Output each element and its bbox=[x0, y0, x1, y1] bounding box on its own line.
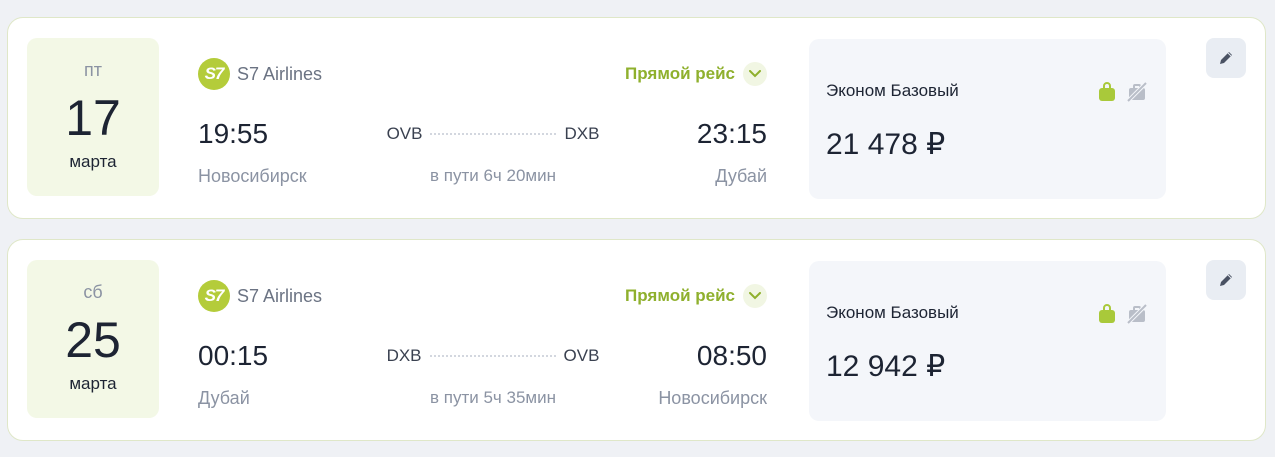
route-line bbox=[429, 355, 556, 357]
direct-flight-toggle[interactable]: Прямой рейс bbox=[625, 284, 767, 308]
fare-price: 12 942 ₽ bbox=[826, 350, 946, 383]
fare-price: 21 478 ₽ bbox=[826, 128, 946, 161]
hand-luggage-icon bbox=[1099, 304, 1115, 323]
destination-iata: DXB bbox=[564, 124, 600, 143]
airline-name: S7 Airlines bbox=[237, 63, 323, 84]
airline-name: S7 Airlines bbox=[237, 285, 323, 306]
arrival-city: Новосибирск bbox=[658, 388, 767, 408]
no-baggage-icon bbox=[1126, 304, 1148, 324]
departure-city: Дубай bbox=[198, 388, 250, 408]
date-box: пт 17 марта bbox=[27, 38, 159, 196]
route-line bbox=[430, 133, 557, 135]
date-box: сб 25 марта bbox=[27, 260, 159, 418]
route: OVB DXB bbox=[368, 124, 618, 144]
fare-name: Эконом Базовый bbox=[826, 81, 959, 100]
departure-time: 19:55 bbox=[198, 118, 269, 149]
edit-button[interactable] bbox=[1206, 260, 1246, 300]
s7-logo-icon: S7 bbox=[198, 280, 230, 312]
airline: S7 S7 Airlines bbox=[198, 280, 322, 312]
flight-card[interactable]: пт 17 марта S7 S7 Airlines Прямой рейс 1… bbox=[7, 17, 1266, 219]
hand-luggage-icon bbox=[1099, 82, 1115, 101]
departure-time: 00:15 bbox=[198, 340, 269, 371]
fare-box[interactable]: Эконом Базовый 12 942 ₽ bbox=[809, 261, 1166, 421]
no-baggage-icon bbox=[1126, 82, 1148, 102]
direct-flight-label: Прямой рейс bbox=[625, 64, 735, 83]
day-number: 17 bbox=[65, 90, 121, 146]
direct-flight-toggle[interactable]: Прямой рейс bbox=[625, 62, 767, 86]
fare-box[interactable]: Эконом Базовый 21 478 ₽ bbox=[809, 39, 1166, 199]
pencil-icon bbox=[1220, 52, 1232, 64]
arrival-time: 08:50 bbox=[696, 340, 767, 371]
origin-iata: OVB bbox=[386, 124, 423, 143]
arrival-city: Дубай bbox=[715, 166, 767, 186]
chevron-down-icon[interactable] bbox=[743, 62, 767, 86]
month: марта bbox=[69, 374, 117, 393]
destination-iata: OVB bbox=[563, 346, 600, 365]
edit-button[interactable] bbox=[1206, 38, 1246, 78]
chevron-down-icon[interactable] bbox=[743, 284, 767, 308]
fare-name: Эконом Базовый bbox=[826, 303, 959, 322]
route: DXB OVB bbox=[368, 346, 618, 366]
day-of-week: сб bbox=[83, 282, 103, 302]
s7-logo-icon: S7 bbox=[198, 58, 230, 90]
departure-city: Новосибирск bbox=[198, 166, 307, 186]
pencil-icon bbox=[1220, 274, 1232, 286]
day-of-week: пт bbox=[84, 60, 102, 80]
airline: S7 S7 Airlines bbox=[198, 58, 322, 90]
flight-duration: в пути 5ч 35мин bbox=[430, 388, 556, 407]
arrival-time: 23:15 bbox=[696, 118, 767, 149]
day-number: 25 bbox=[65, 312, 121, 368]
flight-card[interactable]: сб 25 марта S7 S7 Airlines Прямой рейс 0… bbox=[7, 239, 1266, 441]
month: марта bbox=[69, 152, 117, 171]
flight-duration: в пути 6ч 20мин bbox=[430, 166, 556, 185]
direct-flight-label: Прямой рейс bbox=[625, 286, 735, 305]
origin-iata: DXB bbox=[386, 346, 422, 365]
